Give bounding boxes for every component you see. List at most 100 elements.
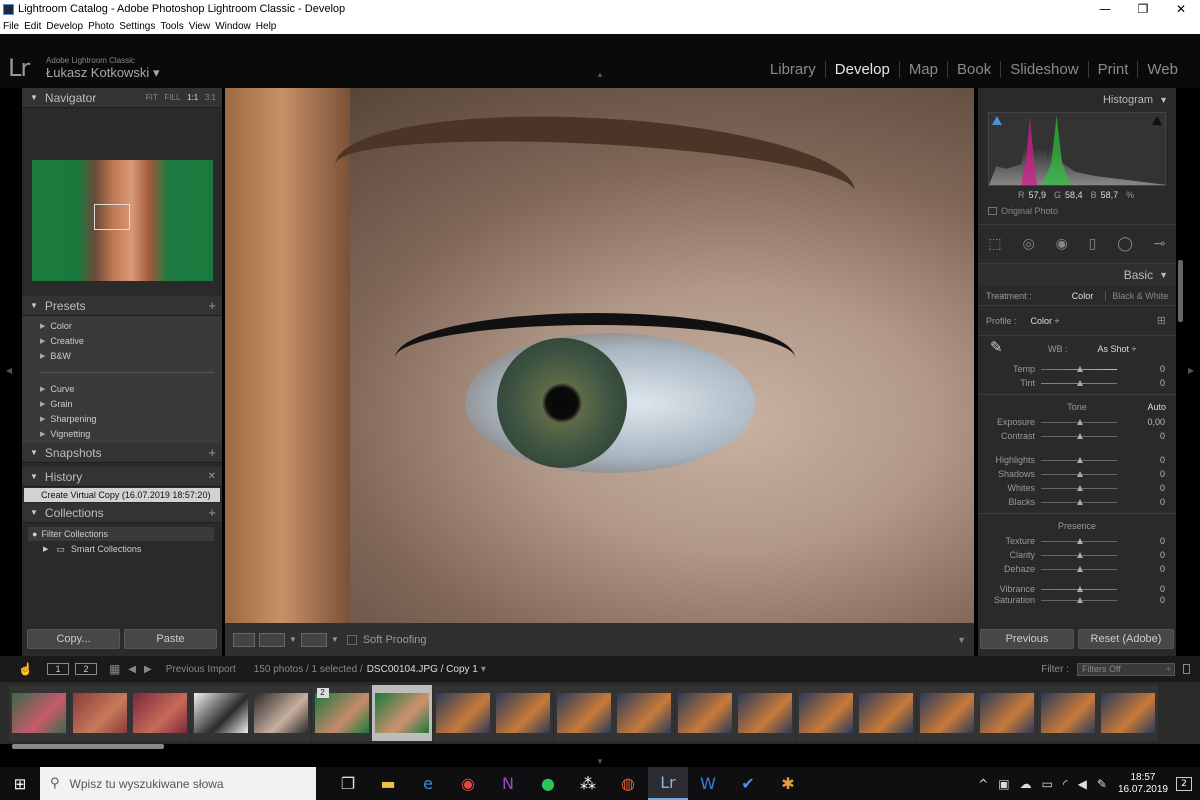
basic-header[interactable]: Basic ▼: [978, 264, 1176, 286]
before-after-view-button[interactable]: [259, 632, 285, 647]
chrome-icon[interactable]: ◉: [448, 767, 488, 800]
filmstrip-thumbnail[interactable]: [795, 685, 856, 741]
dehaze-slider-row[interactable]: Dehaze 0: [978, 562, 1176, 576]
graduated-filter-tool-icon[interactable]: ▯: [1089, 236, 1097, 252]
wb-select[interactable]: As Shot ÷: [1098, 344, 1137, 354]
clarity-slider-row[interactable]: Clarity 0: [978, 548, 1176, 562]
filmstrip-thumbnail-selected[interactable]: [372, 685, 432, 741]
preset-group-creative[interactable]: ▶ Creative: [22, 333, 222, 348]
zoom-1-1[interactable]: 1:1: [187, 93, 198, 102]
treatment-color-option[interactable]: Color: [1072, 291, 1094, 301]
filmstrip-thumbnail[interactable]: 2: [311, 685, 372, 741]
zoom-fill[interactable]: FILL: [164, 93, 180, 102]
file-explorer-icon[interactable]: ▬: [368, 767, 408, 800]
histogram-header[interactable]: Histogram ▼: [978, 88, 1176, 112]
filter-select[interactable]: Filters Off ÷: [1077, 662, 1175, 676]
soft-proofing-checkbox[interactable]: [346, 634, 357, 645]
slack-icon[interactable]: ✱: [768, 767, 808, 800]
navigator-header[interactable]: ▼ Navigator FIT FILL 1:1 3:1: [22, 88, 222, 108]
slider-handle-icon[interactable]: [1077, 551, 1083, 558]
display-icon[interactable]: ▣: [998, 777, 1009, 791]
treatment-bw-option[interactable]: Black & White: [1105, 290, 1168, 301]
collapse-top-panel-icon[interactable]: ▲: [596, 70, 604, 79]
filmstrip-thumbnail[interactable]: [69, 685, 130, 741]
slider-handle-icon[interactable]: [1077, 537, 1083, 544]
menu-photo[interactable]: Photo: [88, 21, 114, 32]
filmstrip-thumbnail[interactable]: [614, 685, 674, 741]
lightroom-taskbar-icon[interactable]: Lr: [648, 767, 688, 800]
slider-handle-icon[interactable]: [1077, 470, 1083, 477]
menu-develop[interactable]: Develop: [46, 21, 83, 32]
wb-eyedropper-icon[interactable]: ✎: [990, 338, 1003, 356]
right-panel-scrollbar[interactable]: [1178, 260, 1183, 322]
taskbar-clock[interactable]: 18:57 16.07.2019: [1118, 772, 1168, 796]
highlights-slider-row[interactable]: Highlights 0: [978, 453, 1176, 467]
slider-handle-icon[interactable]: [1077, 596, 1083, 603]
paste-button[interactable]: Paste: [124, 629, 217, 649]
history-item[interactable]: Create Virtual Copy (16.07.2019 18:57:20…: [24, 488, 220, 502]
history-header[interactable]: ▼ History ✕: [22, 467, 222, 487]
task-view-icon[interactable]: ❐: [328, 767, 368, 800]
menu-view[interactable]: View: [189, 21, 211, 32]
battery-icon[interactable]: ▭: [1042, 777, 1053, 791]
filmstrip-thumbnail[interactable]: [977, 685, 1037, 741]
chevron-down-icon[interactable]: ▾: [481, 664, 486, 675]
navigator-viewport-box[interactable]: [94, 204, 130, 230]
filmstrip-thumbnail[interactable]: [130, 685, 190, 741]
app-icon[interactable]: ◍: [608, 767, 648, 800]
chevron-down-icon[interactable]: ▼: [331, 635, 339, 644]
menu-settings[interactable]: Settings: [119, 21, 155, 32]
filmstrip-thumbnail[interactable]: [1098, 685, 1158, 741]
histogram-chart[interactable]: [988, 112, 1167, 186]
profile-select[interactable]: Color ÷: [1031, 316, 1060, 326]
onenote-icon[interactable]: N: [488, 767, 528, 800]
spot-removal-tool-icon[interactable]: ◎: [1023, 236, 1035, 252]
contrast-slider-row[interactable]: Contrast 0: [978, 429, 1176, 443]
module-develop[interactable]: Develop: [824, 61, 899, 78]
highlight-clipping-icon[interactable]: [1152, 116, 1162, 125]
module-library[interactable]: Library: [761, 61, 825, 78]
presets-header[interactable]: ▼ Presets +: [22, 296, 222, 316]
filmstrip-thumbnail[interactable]: [9, 685, 69, 741]
spotify-icon[interactable]: ●: [528, 767, 568, 800]
module-book[interactable]: Book: [947, 61, 1000, 78]
show-hidden-icons-icon[interactable]: ^: [978, 777, 988, 791]
toolbar-options-chevron-icon[interactable]: ▼: [957, 635, 966, 645]
original-photo-checkbox[interactable]: Original Photo: [978, 204, 1176, 218]
windows-start-icon[interactable]: ⊞: [0, 767, 40, 800]
preset-group-curve[interactable]: ▶ Curve: [22, 381, 222, 396]
minimize-button[interactable]: —: [1086, 2, 1124, 16]
module-web[interactable]: Web: [1137, 61, 1187, 78]
close-button[interactable]: ✕: [1162, 2, 1200, 16]
auto-tone-button[interactable]: Auto: [1147, 402, 1166, 412]
filmstrip-thumbnail[interactable]: [493, 685, 553, 741]
zoom-fit[interactable]: FIT: [146, 93, 158, 102]
filmstrip-thumbnail[interactable]: [1037, 685, 1098, 741]
volume-icon[interactable]: ◀: [1078, 777, 1087, 791]
snapshots-header[interactable]: ▼ Snapshots +: [22, 443, 222, 463]
previous-button[interactable]: Previous: [980, 629, 1074, 649]
temp-slider-row[interactable]: Temp 0: [978, 362, 1176, 376]
edge-browser-icon[interactable]: e: [408, 767, 448, 800]
preset-group-color[interactable]: ▶ Color: [22, 318, 222, 333]
slider-handle-icon[interactable]: [1077, 565, 1083, 572]
saturation-slider-row[interactable]: Saturation 0: [978, 596, 1176, 604]
add-collection-icon[interactable]: +: [208, 505, 216, 520]
todo-icon[interactable]: ✔: [728, 767, 768, 800]
loupe-view-button[interactable]: [233, 632, 255, 647]
slider-handle-icon[interactable]: [1077, 365, 1083, 372]
menu-edit[interactable]: Edit: [24, 21, 41, 32]
collapse-left-panel-icon[interactable]: ◀: [6, 366, 12, 375]
shadow-clipping-icon[interactable]: [992, 116, 1002, 125]
touch-mode-icon[interactable]: ☝: [18, 662, 33, 676]
reset-button[interactable]: Reset (Adobe): [1078, 629, 1174, 649]
zoom-3-1[interactable]: 3:1: [205, 93, 216, 102]
collapse-right-panel-icon[interactable]: ▶: [1188, 366, 1194, 375]
preset-group-bw[interactable]: ▶ B&W: [22, 348, 222, 363]
main-window-button[interactable]: 1: [46, 663, 69, 675]
add-preset-icon[interactable]: +: [208, 298, 216, 313]
notification-center-icon[interactable]: 2: [1176, 776, 1192, 791]
filmstrip-thumbnail[interactable]: [916, 685, 977, 741]
filmstrip-scrollbar[interactable]: [12, 744, 164, 749]
red-eye-tool-icon[interactable]: ◉: [1056, 236, 1068, 252]
